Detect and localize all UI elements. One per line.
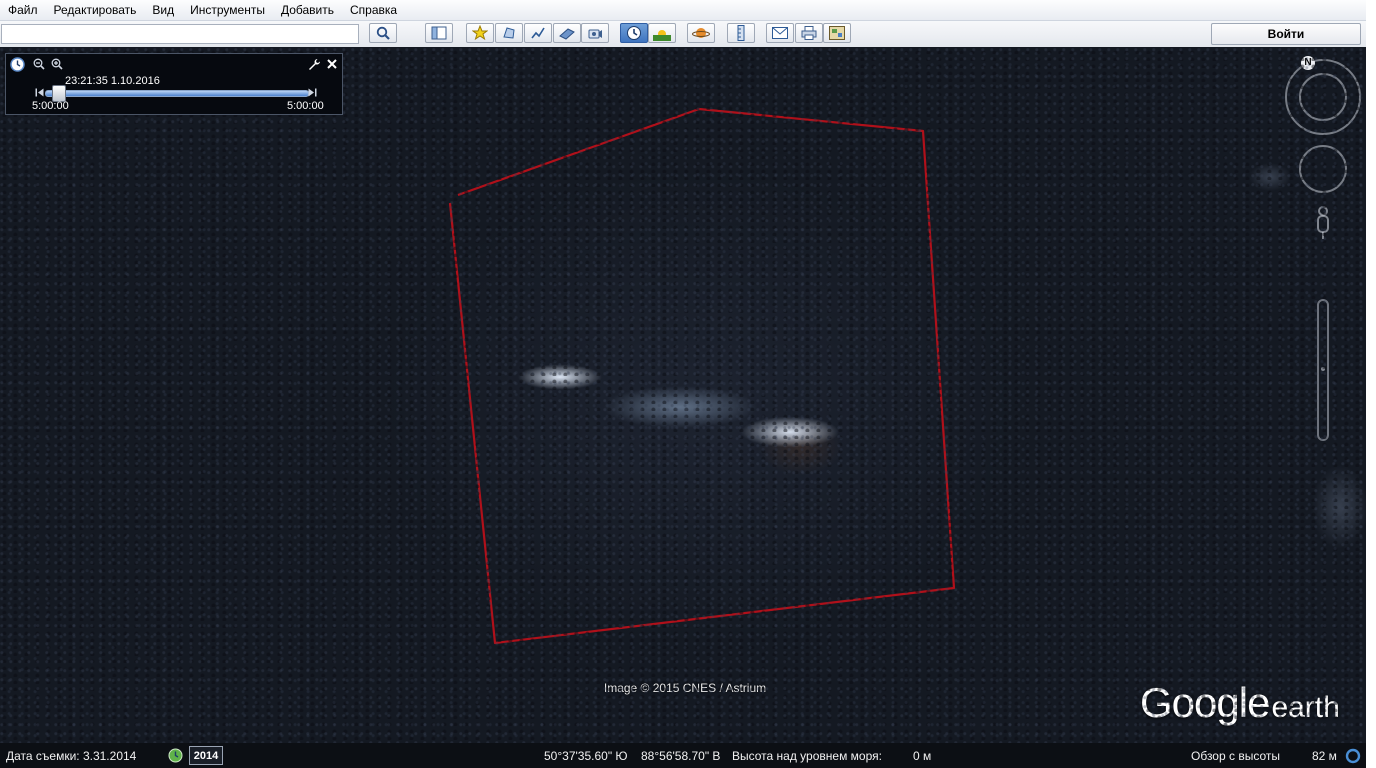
eye-altitude-value: 82 м	[1312, 749, 1337, 763]
search-icon	[376, 26, 390, 40]
logo-earth-text: earth	[1271, 691, 1340, 724]
google-earth-logo: Googleearth	[1140, 679, 1340, 727]
record-tour-button[interactable]	[581, 23, 609, 43]
map-view[interactable]: Image © 2015 CNES / Astrium Googleearth …	[0, 47, 1366, 743]
menu-help[interactable]: Справка	[342, 0, 405, 20]
streaming-progress-icon	[1345, 748, 1361, 764]
menu-view[interactable]: Вид	[144, 0, 182, 20]
add-placemark-button[interactable]	[466, 23, 494, 43]
start-time-label: 5:00:00	[32, 100, 69, 112]
historical-imagery-icon	[627, 26, 641, 40]
planets-button[interactable]	[687, 23, 715, 43]
look-joystick[interactable]	[1299, 73, 1347, 121]
polygon-icon	[503, 27, 515, 39]
add-polygon-button[interactable]	[495, 23, 523, 43]
longitude: 88°56'58.70" В	[641, 749, 721, 763]
time-slider-panel: 23:21:35 1.10.2016 5:00:00 5:00:00	[5, 53, 343, 115]
historical-imagery-icon[interactable]	[168, 748, 183, 763]
sign-in-button[interactable]: Войти	[1211, 23, 1361, 45]
latitude: 50°37'35.60" Ю	[544, 749, 628, 763]
ruler-icon	[737, 25, 745, 41]
time-slider-track[interactable]	[45, 90, 309, 97]
end-time-label: 5:00:00	[287, 100, 324, 112]
sunlight-button[interactable]	[648, 23, 676, 43]
close-icon[interactable]	[327, 59, 337, 69]
toolbar: Войти	[0, 21, 1366, 48]
image-overlay-icon	[559, 28, 575, 40]
current-time-label: 23:21:35 1.10.2016	[65, 75, 160, 87]
elevation-value: 0 м	[913, 749, 932, 763]
clock-icon[interactable]	[10, 57, 25, 72]
zoom-in-time-icon[interactable]	[51, 58, 63, 70]
eye-altitude-label: Обзор с высоты	[1191, 749, 1280, 763]
window-edge	[1366, 0, 1376, 768]
path-icon	[531, 27, 545, 39]
view-in-maps-button[interactable]	[823, 23, 851, 43]
sidebar-icon	[431, 26, 447, 40]
zoom-slider[interactable]	[1317, 299, 1329, 441]
sidebar-toggle-button[interactable]	[425, 23, 453, 43]
settings-wrench-icon[interactable]	[308, 58, 321, 71]
logo-google-text: Google	[1140, 679, 1270, 726]
search-button[interactable]	[369, 23, 397, 43]
menu-bar: Файл Редактировать Вид Инструменты Добав…	[0, 0, 1366, 21]
historical-imagery-button[interactable]	[620, 23, 648, 43]
step-forward-icon[interactable]	[308, 88, 317, 97]
map-outline-polygon	[448, 107, 956, 645]
tour-icon	[588, 29, 602, 39]
ruler-button[interactable]	[727, 23, 755, 43]
north-button[interactable]: N	[1301, 56, 1315, 70]
imagery-year-badge[interactable]: 2014	[189, 746, 223, 765]
menu-edit[interactable]: Редактировать	[46, 0, 145, 20]
print-button[interactable]	[795, 23, 823, 43]
status-bar: Дата съемки: 3.31.2014 2014 50°37'35.60"…	[0, 743, 1366, 768]
capture-date: Дата съемки: 3.31.2014	[6, 749, 137, 763]
menu-add[interactable]: Добавить	[273, 0, 342, 20]
view-in-maps-icon	[829, 26, 845, 40]
add-image-overlay-button[interactable]	[553, 23, 581, 43]
print-icon	[801, 26, 817, 40]
zoom-slider-thumb[interactable]	[1321, 367, 1325, 371]
menu-file[interactable]: Файл	[0, 0, 46, 20]
menu-tools[interactable]: Инструменты	[182, 0, 273, 20]
imagery-credit: Image © 2015 CNES / Astrium	[603, 681, 767, 695]
zoom-out-time-icon[interactable]	[33, 58, 45, 70]
step-back-icon[interactable]	[35, 88, 44, 97]
search-input[interactable]	[1, 24, 359, 44]
add-path-button[interactable]	[524, 23, 552, 43]
placemark-icon	[472, 25, 488, 41]
sunlight-icon	[653, 30, 671, 41]
elevation-label: Высота над уровнем моря:	[732, 749, 882, 763]
email-button[interactable]	[766, 23, 794, 43]
move-control[interactable]	[1299, 145, 1347, 193]
email-icon	[772, 27, 788, 39]
street-view-pegman-icon[interactable]	[1314, 205, 1332, 241]
planets-icon	[692, 28, 710, 38]
